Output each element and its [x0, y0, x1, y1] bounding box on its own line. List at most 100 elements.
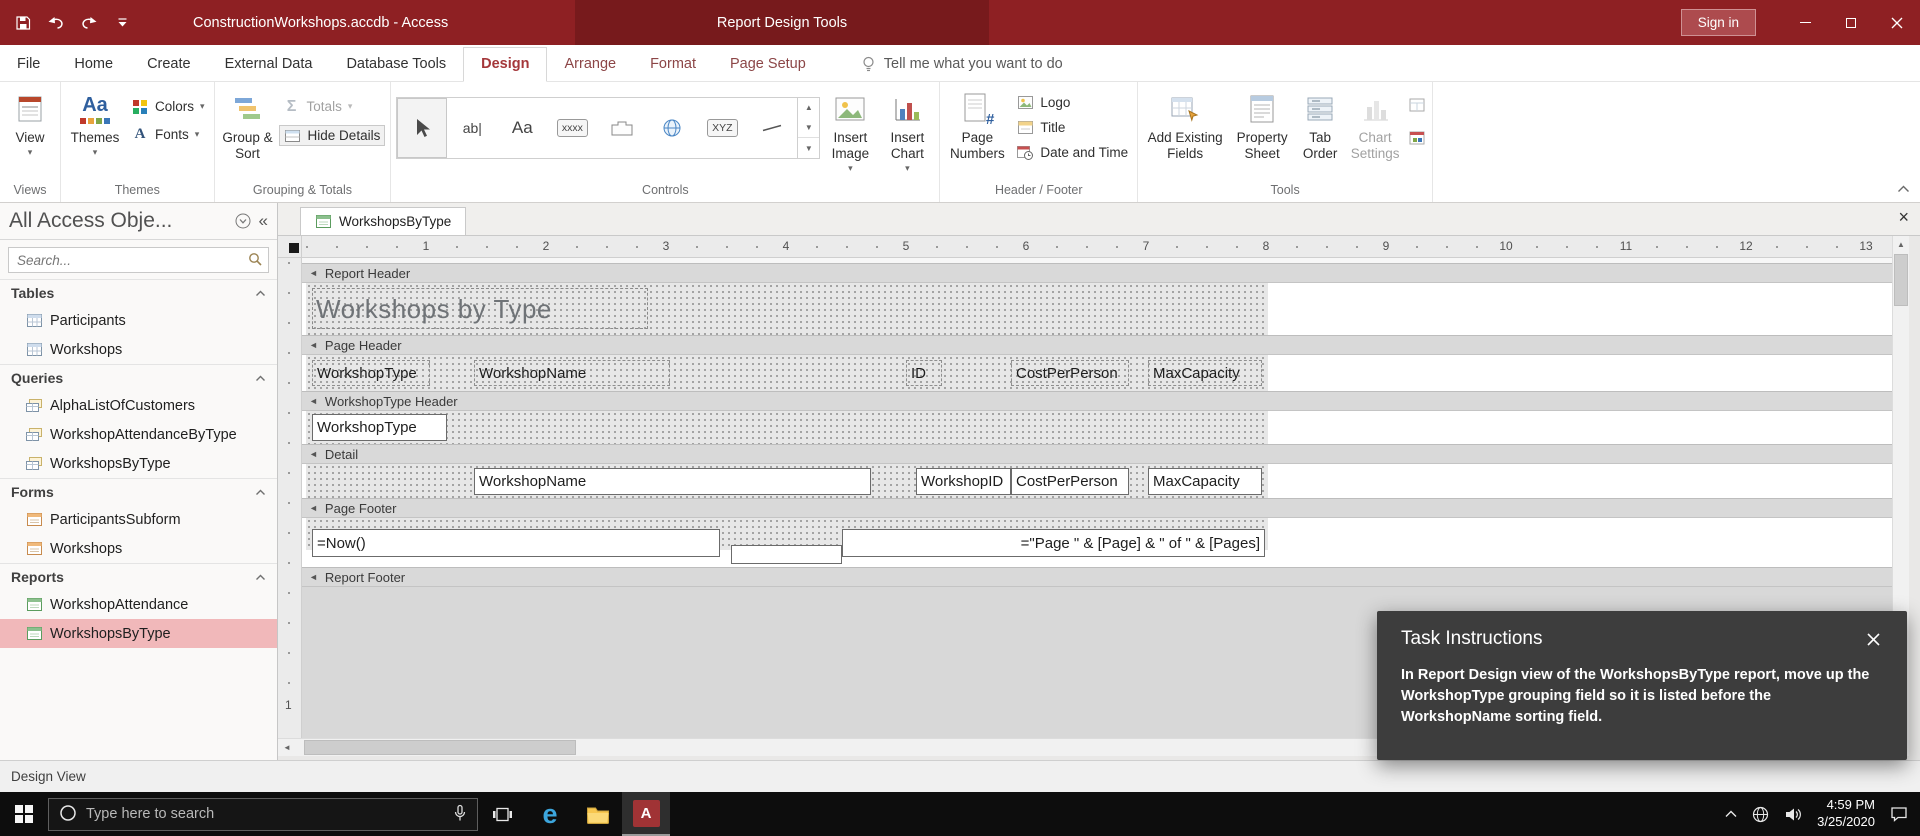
taskbar-search-input[interactable]: [86, 806, 444, 822]
maximize-button[interactable]: [1828, 0, 1874, 45]
scroll-left-icon[interactable]: ◄: [278, 739, 296, 756]
microphone-icon[interactable]: [453, 804, 467, 825]
sign-in-button[interactable]: Sign in: [1680, 9, 1756, 36]
nav-item-workshopattendancebytype[interactable]: WorkshopAttendanceByType: [0, 420, 277, 449]
label-id[interactable]: ID: [906, 360, 942, 386]
label-workshoptype[interactable]: WorkshopType: [312, 360, 430, 386]
qat-customize-icon[interactable]: [113, 14, 131, 32]
property-sheet-button[interactable]: Property Sheet: [1230, 84, 1294, 182]
logo-button[interactable]: Logo: [1012, 93, 1132, 112]
minimize-button[interactable]: [1782, 0, 1828, 45]
document-tab-workshopsbytype[interactable]: WorkshopsByType: [300, 207, 467, 235]
small-tool-icon-bottom[interactable]: [1409, 131, 1425, 148]
xyz-tool[interactable]: XYZ: [697, 98, 747, 158]
taskbar-clock[interactable]: 4:59 PM 3/25/2020: [1817, 797, 1875, 831]
horizontal-scrollbar-thumb[interactable]: [304, 740, 576, 755]
tab-page-setup[interactable]: Page Setup: [713, 48, 823, 81]
totals-button[interactable]: Σ Totals ▾: [279, 97, 386, 116]
hyperlink-tool[interactable]: [647, 98, 697, 158]
nav-item-participants[interactable]: Participants: [0, 306, 277, 335]
label-costperperson[interactable]: CostPerPerson: [1011, 360, 1129, 386]
textbox-now-expression[interactable]: =Now(): [312, 529, 720, 557]
nav-item-alphalistofcustomers[interactable]: AlphaListOfCustomers: [0, 391, 277, 420]
close-button[interactable]: [1874, 0, 1920, 45]
nav-item-workshopsbytype-report[interactable]: WorkshopsByType: [0, 619, 277, 648]
tab-control-tool[interactable]: [597, 98, 647, 158]
nav-collapse-icon[interactable]: «: [259, 211, 268, 231]
field-costperperson[interactable]: CostPerPerson: [1011, 468, 1129, 495]
nav-section-forms[interactable]: Forms: [0, 478, 277, 505]
nav-item-workshops-table[interactable]: Workshops: [0, 335, 277, 364]
tab-create[interactable]: Create: [130, 48, 208, 81]
tab-database-tools[interactable]: Database Tools: [329, 48, 463, 81]
fonts-button[interactable]: A Fonts ▾: [127, 125, 209, 144]
section-bar-detail[interactable]: ◄ Detail: [302, 444, 1892, 464]
nav-item-participantssubform[interactable]: ParticipantsSubform: [0, 505, 277, 534]
label-maxcapacity[interactable]: MaxCapacity: [1148, 360, 1262, 386]
line-tool[interactable]: [747, 98, 797, 158]
tab-file[interactable]: File: [0, 48, 57, 81]
detail-section[interactable]: WorkshopName WorkshopID CostPerPerson Ma…: [302, 464, 1892, 498]
field-workshopname[interactable]: WorkshopName: [474, 468, 871, 495]
section-bar-page-footer[interactable]: ◄ Page Footer: [302, 498, 1892, 518]
view-button[interactable]: View ▾: [5, 84, 55, 182]
section-bar-report-footer[interactable]: ◄ Report Footer: [302, 567, 1892, 587]
save-icon[interactable]: [14, 14, 32, 32]
add-existing-fields-button[interactable]: Add Existing Fields: [1143, 84, 1227, 182]
hidden-icons-chevron[interactable]: [1725, 810, 1737, 818]
tell-me-box[interactable]: Tell me what you want to do: [861, 56, 1063, 81]
report-title-label[interactable]: Workshops by Type: [312, 288, 648, 329]
tab-arrange[interactable]: Arrange: [547, 48, 633, 81]
unbound-textbox[interactable]: [731, 545, 842, 564]
network-icon[interactable]: [1752, 806, 1769, 823]
button-tool[interactable]: xxxx: [547, 98, 597, 158]
field-workshoptype[interactable]: WorkshopType: [312, 414, 447, 441]
collapse-ribbon-icon[interactable]: [1897, 180, 1910, 196]
select-tool[interactable]: [397, 98, 448, 158]
task-view-button[interactable]: [478, 792, 526, 836]
nav-section-reports[interactable]: Reports: [0, 563, 277, 590]
date-and-time-button[interactable]: Date and Time: [1012, 143, 1132, 162]
insert-image-button[interactable]: Insert Image ▾: [823, 84, 877, 182]
tab-design[interactable]: Design: [463, 47, 548, 82]
textbox-page-expression[interactable]: ="Page " & [Page] & " of " & [Pages]: [842, 529, 1265, 557]
page-footer-section[interactable]: =Now() ="Page " & [Page] & " of " & [Pag…: [302, 518, 1892, 567]
tab-format[interactable]: Format: [633, 48, 713, 81]
vertical-ruler[interactable]: 1: [278, 258, 302, 738]
nav-item-workshopsbytype-query[interactable]: WorkshopsByType: [0, 449, 277, 478]
start-button[interactable]: [0, 792, 48, 836]
gallery-up-icon[interactable]: ▲: [798, 98, 819, 118]
nav-search-input[interactable]: [9, 252, 248, 268]
label-workshopname[interactable]: WorkshopName: [474, 360, 670, 386]
label-tool[interactable]: Aa: [497, 98, 547, 158]
section-bar-page-header[interactable]: ◄ Page Header: [302, 335, 1892, 355]
taskbar-search[interactable]: [48, 797, 478, 831]
group-and-sort-button[interactable]: Group & Sort: [220, 84, 276, 182]
page-numbers-button[interactable]: # Page Numbers: [945, 84, 1009, 182]
insert-chart-button[interactable]: Insert Chart ▾: [880, 84, 934, 182]
colors-button[interactable]: Colors ▾: [127, 97, 209, 116]
nav-item-workshopattendance[interactable]: WorkshopAttendance: [0, 590, 277, 619]
section-bar-workshoptype-header[interactable]: ◄ WorkshopType Header: [302, 391, 1892, 411]
themes-button[interactable]: Aa Themes ▾: [66, 84, 124, 182]
tab-home[interactable]: Home: [57, 48, 130, 81]
gallery-down-icon[interactable]: ▼: [798, 118, 819, 138]
tab-external-data[interactable]: External Data: [208, 48, 330, 81]
gallery-more-icon[interactable]: ▼: [798, 137, 820, 158]
horizontal-ruler[interactable]: 1 2 3 4 5 6 7 8 9 10 11 12 13: [302, 236, 1892, 258]
report-header-section[interactable]: Workshops by Type: [302, 283, 1892, 335]
undo-icon[interactable]: [47, 14, 65, 32]
textbox-tool[interactable]: ab|: [447, 98, 497, 158]
tab-order-button[interactable]: Tab Order: [1297, 84, 1343, 182]
nav-section-queries[interactable]: Queries: [0, 364, 277, 391]
close-document-icon[interactable]: ×: [1898, 208, 1909, 226]
nav-section-tables[interactable]: Tables: [0, 279, 277, 306]
title-button[interactable]: Title: [1012, 118, 1132, 137]
volume-icon[interactable]: [1784, 807, 1802, 822]
scroll-up-icon[interactable]: ▲: [1893, 236, 1909, 252]
report-selector[interactable]: [289, 243, 299, 253]
hide-details-button[interactable]: Hide Details: [278, 125, 386, 146]
small-tool-icon-top[interactable]: [1409, 98, 1425, 115]
access-taskbar-button[interactable]: A: [622, 792, 670, 836]
search-icon[interactable]: [248, 252, 262, 269]
